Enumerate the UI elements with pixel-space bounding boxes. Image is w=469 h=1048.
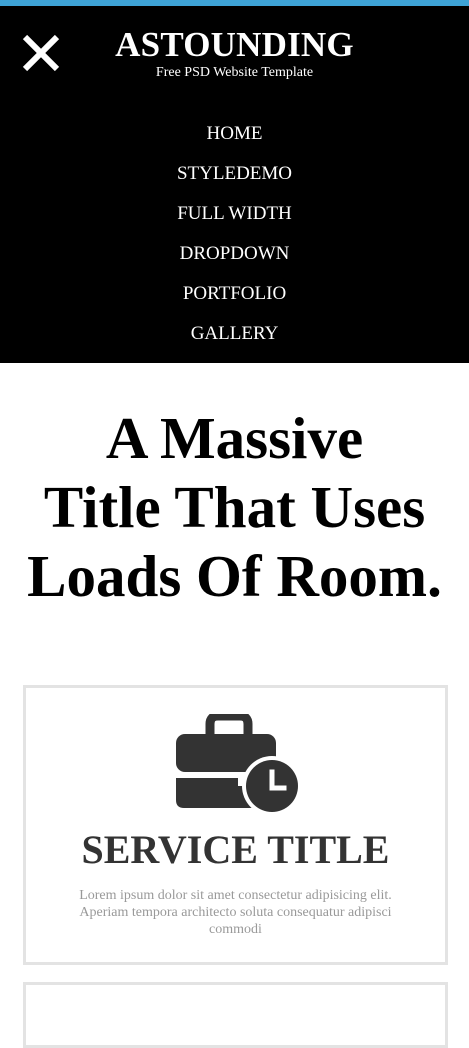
nav-item-styledemo: STYLEDEMO: [0, 154, 469, 194]
hero-title-line-1: A Massive: [105, 405, 364, 471]
nav-link-full-width[interactable]: FULL WIDTH: [177, 203, 292, 224]
hero-title-line-3: Loads Of Room.: [27, 543, 442, 609]
service-description: Lorem ipsum dolor sit amet consectetur a…: [79, 888, 392, 937]
main-nav: HOME STYLEDEMO FULL WIDTH DROPDOWN PORTF…: [0, 114, 469, 354]
brand: ASTOUNDING Free PSD Website Template: [0, 26, 469, 82]
nav-item-full-width: FULL WIDTH: [0, 194, 469, 234]
nav-link-dropdown[interactable]: DROPDOWN: [180, 243, 290, 264]
nav-item-dropdown: DROPDOWN: [0, 234, 469, 274]
nav-link-home[interactable]: HOME: [207, 123, 263, 144]
site-tagline: Free PSD Website Template: [155, 65, 314, 80]
service-title: SERVICE TITLE: [81, 827, 390, 872]
nav-item-portfolio: PORTFOLIO: [0, 274, 469, 314]
briefcase-clock-icon: [176, 714, 302, 816]
nav-item-home: HOME: [0, 114, 469, 154]
nav-link-portfolio[interactable]: PORTFOLIO: [183, 283, 286, 304]
service-card-2: [23, 982, 448, 1048]
nav-item-gallery: GALLERY: [0, 314, 469, 354]
site-logo-title[interactable]: ASTOUNDING: [0, 26, 469, 64]
hero-title: A Massive Title That Uses Loads Of Room.: [0, 404, 469, 611]
service-card: SERVICE TITLE Lorem ipsum dolor sit amet…: [23, 685, 448, 965]
hero-title-line-2: Title That Uses: [43, 474, 426, 540]
site-header: ASTOUNDING Free PSD Website Template HOM…: [0, 6, 469, 363]
nav-link-gallery[interactable]: GALLERY: [191, 323, 279, 344]
nav-link-styledemo[interactable]: STYLEDEMO: [177, 163, 292, 184]
